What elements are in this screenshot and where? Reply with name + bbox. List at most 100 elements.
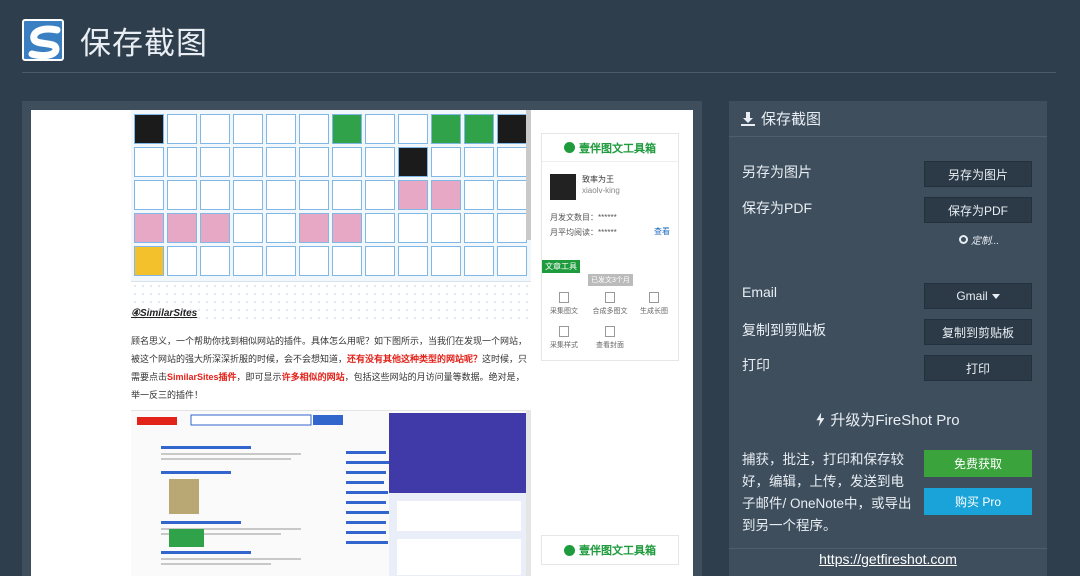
- grid-cell: [233, 147, 263, 177]
- save-options-panel: 保存截图 另存为图片 另存为图片 保存为PDF 保存为PDF 定制... Ema…: [729, 101, 1047, 576]
- grid-cell: [431, 246, 461, 276]
- grid-cell: [299, 147, 329, 177]
- print-button[interactable]: 打印: [924, 355, 1032, 381]
- page-title: 保存截图: [80, 26, 208, 61]
- action-cover: 查看封面: [588, 326, 632, 350]
- gmail-dropdown-button[interactable]: Gmail: [924, 283, 1032, 309]
- app-header: 保存截图: [0, 0, 1080, 78]
- list-icon: [605, 292, 615, 303]
- action-label: 采集图文: [550, 308, 578, 315]
- action-long-image: 生成长图: [632, 292, 676, 316]
- grid-cell: [398, 213, 428, 243]
- grid-cell: [431, 180, 461, 210]
- grid-cell: [332, 213, 362, 243]
- grid-cell: [497, 147, 527, 177]
- grid-cell: [266, 147, 296, 177]
- grid-cell: [332, 114, 362, 144]
- grid-cell: [299, 246, 329, 276]
- grid-cell: [365, 180, 395, 210]
- para-highlight: 许多相似的网站: [281, 372, 345, 382]
- monthly-reads: 月平均阅读：******: [550, 227, 617, 238]
- save-pdf-button[interactable]: 保存为PDF: [924, 197, 1032, 223]
- grid-cell: [431, 147, 461, 177]
- customize-link[interactable]: 定制...: [959, 232, 999, 247]
- captured-page: ④SimilarSites 顾名思义，一个帮助你找到相似网站的插件。具体怎么用呢…: [31, 110, 693, 576]
- action-label: 合成多图文: [592, 308, 628, 315]
- document-icon: [559, 292, 569, 303]
- save-image-button[interactable]: 另存为图片: [924, 161, 1032, 187]
- grid-cell: [134, 180, 164, 210]
- grid-cell: [464, 114, 494, 144]
- grid-cell: [497, 180, 527, 210]
- action-label: 查看封面: [596, 342, 624, 349]
- grid-cell: [464, 246, 494, 276]
- gear-icon: [959, 235, 968, 244]
- grid-cell: [398, 114, 428, 144]
- stat-value: ******: [598, 213, 617, 222]
- grid-cell: [365, 246, 395, 276]
- section-title: ④SimilarSites: [131, 308, 198, 319]
- grid-cell: [167, 246, 197, 276]
- grid-cell: [299, 114, 329, 144]
- view-link: 查看: [654, 227, 670, 236]
- search-results-image: [131, 410, 531, 576]
- grid-cell: [167, 180, 197, 210]
- grid-cell: [332, 147, 362, 177]
- get-free-button[interactable]: 免费获取: [924, 450, 1032, 477]
- monthly-posts: 月发文数目：******: [550, 212, 617, 223]
- upgrade-heading: 升级为FireShot Pro: [729, 409, 1047, 430]
- grid-cell: [134, 213, 164, 243]
- icon-grid-image: [131, 110, 531, 282]
- fireshot-logo-icon: [22, 19, 64, 61]
- search-results-illustration: [137, 413, 529, 576]
- preview-scrollbar: [526, 110, 531, 240]
- website-link[interactable]: https://getfireshot.com: [729, 548, 1047, 567]
- grid-cell: [299, 213, 329, 243]
- grid-cell: [332, 246, 362, 276]
- upgrade-title: 升级为FireShot Pro: [830, 412, 960, 429]
- toolbox-header: 壹伴图文工具箱: [542, 134, 678, 162]
- grid-cell: [497, 114, 527, 144]
- action-label: 采集样式: [550, 342, 578, 349]
- posted-months-badge: 已发文3个月: [588, 274, 633, 286]
- action-merge: 合成多图文: [588, 292, 632, 316]
- grid-cell: [464, 180, 494, 210]
- grid-cell: [233, 114, 263, 144]
- article-paragraph: 顾名思义，一个帮助你找到相似网站的插件。具体怎么用呢？如下图所示，当我们在发现一…: [131, 332, 531, 404]
- toolbox-title: 壹伴图文工具箱: [579, 545, 656, 557]
- toolbox-widget-lower: 壹伴图文工具箱: [541, 535, 679, 565]
- copy-clipboard-label: 复制到剪贴板: [742, 322, 826, 338]
- download-icon: [741, 111, 755, 126]
- grid-cell: [266, 114, 296, 144]
- gmail-label: Gmail: [956, 289, 988, 303]
- para-highlight: SimilarSites插件: [167, 372, 237, 382]
- picture-icon: [605, 326, 615, 337]
- grid-cell: [497, 246, 527, 276]
- grid-cell: [233, 180, 263, 210]
- copy-clipboard-button[interactable]: 复制到剪贴板: [924, 319, 1032, 345]
- grid-cell: [398, 246, 428, 276]
- grid-cell: [200, 246, 230, 276]
- grid-cell: [167, 213, 197, 243]
- action-collect: 采集图文: [542, 292, 586, 316]
- toolbox-title: 壹伴图文工具箱: [579, 142, 656, 155]
- grid-cell: [365, 213, 395, 243]
- panel-header: 保存截图: [729, 101, 1047, 137]
- screenshot-preview[interactable]: ④SimilarSites 顾名思义，一个帮助你找到相似网站的插件。具体怎么用呢…: [22, 101, 702, 576]
- panel-header-title: 保存截图: [761, 111, 822, 128]
- save-image-label: 另存为图片: [742, 164, 812, 180]
- buy-pro-button[interactable]: 购买 Pro: [924, 488, 1032, 515]
- grid-cell: [266, 213, 296, 243]
- toolbox-logo-icon: [564, 142, 575, 153]
- layers-icon: [559, 326, 569, 337]
- grid-cell: [464, 147, 494, 177]
- grid-cell: [266, 246, 296, 276]
- stat-label: 月平均阅读：: [550, 228, 598, 237]
- lightning-icon: [816, 412, 825, 427]
- image-icon: [649, 292, 659, 303]
- grid-cell: [431, 114, 461, 144]
- grid-cell: [233, 246, 263, 276]
- grid-cell: [200, 180, 230, 210]
- grid-cell: [200, 114, 230, 144]
- header-divider: [22, 72, 1056, 73]
